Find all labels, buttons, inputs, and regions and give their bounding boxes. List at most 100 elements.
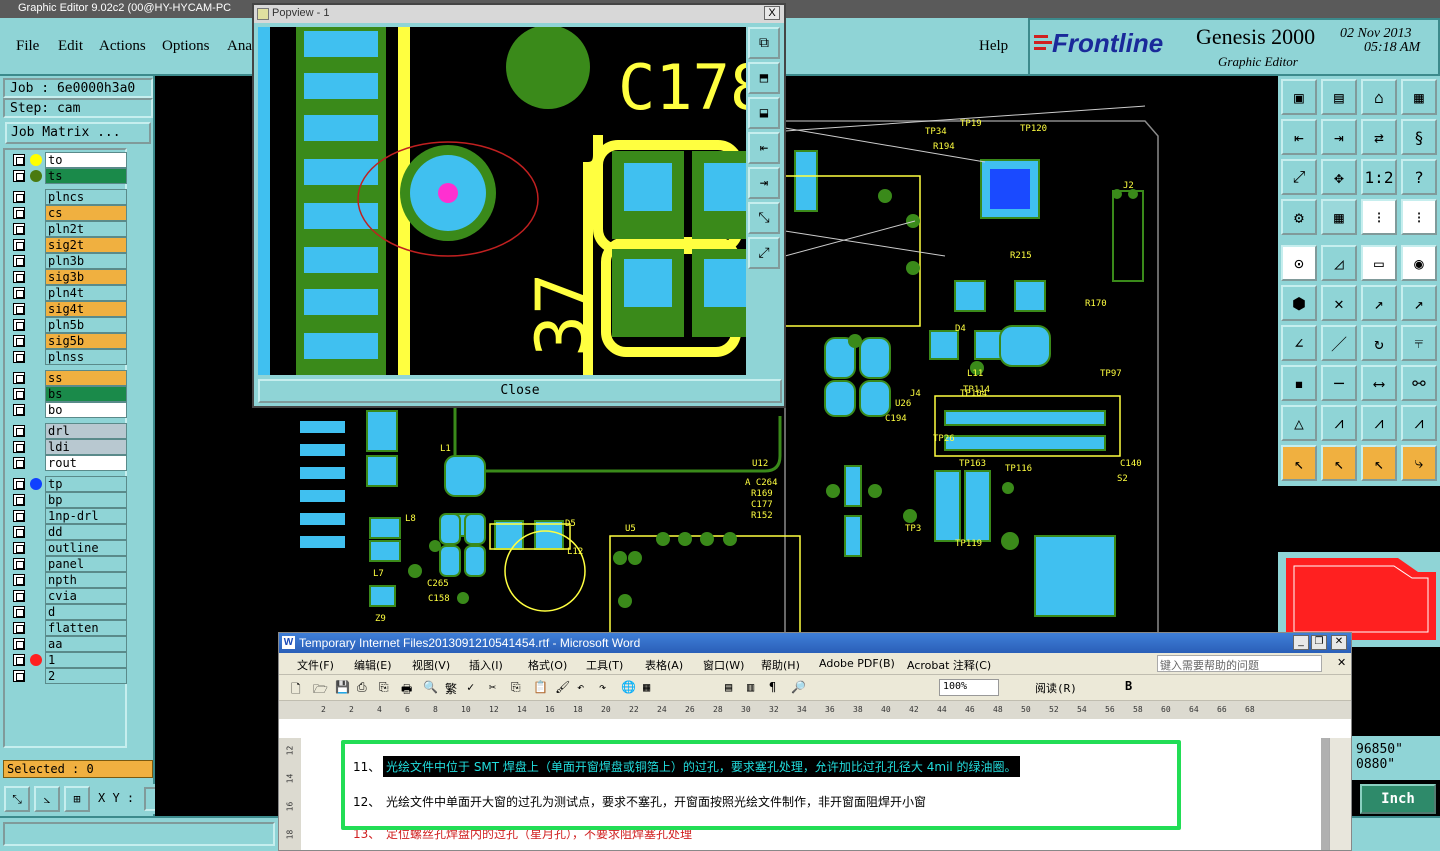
layer-name[interactable]: npth: [45, 572, 127, 588]
layer-name[interactable]: rout: [45, 455, 127, 471]
layer-checkbox[interactable]: [13, 388, 25, 400]
word-menu-item[interactable]: 编辑(E): [354, 657, 392, 673]
layer-row-cs[interactable]: cs: [11, 205, 127, 221]
bold-button[interactable]: B: [1125, 679, 1132, 693]
layer-name[interactable]: d: [45, 604, 127, 620]
snap-icon[interactable]: ⁝: [1361, 199, 1397, 235]
word-menu-item[interactable]: Acrobat 注释(C): [907, 657, 991, 673]
close-icon[interactable]: ✕: [1331, 635, 1347, 650]
popview-zoom-icon[interactable]: ⧉: [748, 27, 780, 59]
layer-row-outline[interactable]: outline: [11, 540, 127, 556]
layer-checkbox[interactable]: [13, 287, 25, 299]
popview-close-button[interactable]: Close: [258, 379, 782, 403]
ruler-icon[interactable]: ▭: [1361, 245, 1397, 281]
layer-checkbox[interactable]: [13, 574, 25, 586]
word-toolbar-icon[interactable]: 💾: [335, 680, 350, 694]
layer-row-pln3b[interactable]: pln3b: [11, 253, 127, 269]
layer-checkbox[interactable]: [13, 372, 25, 384]
layer-checkbox[interactable]: [13, 335, 25, 347]
reading-mode-button[interactable]: 阅读(R): [1035, 680, 1077, 696]
flip-icon[interactable]: §: [1401, 119, 1437, 155]
layer-row-sig3b[interactable]: sig3b: [11, 269, 127, 285]
layer-row-dd[interactable]: dd: [11, 524, 127, 540]
layer-checkbox[interactable]: [13, 670, 25, 682]
word-menu-item[interactable]: 插入(I): [469, 657, 503, 673]
menu-options[interactable]: Options: [162, 38, 210, 55]
distribute-icon[interactable]: ⫧: [1401, 325, 1437, 361]
layer-row-ts[interactable]: ts: [11, 168, 127, 184]
grid-snap-icon[interactable]: ⊞: [64, 786, 90, 812]
link-icon[interactable]: ↗: [1401, 285, 1437, 321]
layer-row-bp[interactable]: bp: [11, 492, 127, 508]
stretch-icon[interactable]: ⟷: [1361, 365, 1397, 401]
layer-row-aa[interactable]: aa: [11, 636, 127, 652]
menu-actions[interactable]: Actions: [99, 38, 146, 55]
layer-checkbox[interactable]: [13, 170, 25, 182]
rotate-icon[interactable]: ↻: [1361, 325, 1397, 361]
layer-row-ss[interactable]: ss: [11, 370, 127, 386]
layer-checkbox[interactable]: [13, 271, 25, 283]
line-icon[interactable]: ／: [1321, 325, 1357, 361]
select-icon[interactable]: ↖: [1281, 445, 1317, 481]
word-toolbar-icon[interactable]: 繁: [445, 680, 457, 697]
layer-row-npth[interactable]: npth: [11, 572, 127, 588]
layer-name[interactable]: pln5b: [45, 317, 127, 333]
fit-icon[interactable]: ⤢: [1281, 159, 1317, 195]
menu-edit[interactable]: Edit: [58, 38, 83, 55]
help-icon[interactable]: ?: [1401, 159, 1437, 195]
cross-icon[interactable]: ✕: [1321, 285, 1357, 321]
unit-inch-button[interactable]: Inch: [1360, 784, 1436, 814]
menu-file[interactable]: File: [16, 38, 39, 55]
layer-checkbox[interactable]: [13, 478, 25, 490]
layer-checkbox[interactable]: [13, 425, 25, 437]
document-page[interactable]: 11、 光绘文件中位于 SMT 焊盘上（单面开窗焊盘或铜箔上）的过孔，要求塞孔处…: [301, 738, 1321, 850]
word-toolbar-icon[interactable]: 🖌: [555, 680, 570, 694]
bridge-icon[interactable]: ⩘: [1401, 405, 1437, 441]
layer-name[interactable]: cvia: [45, 588, 127, 604]
arc-icon[interactable]: ⩘: [1321, 405, 1357, 441]
layer-row-d[interactable]: d: [11, 604, 127, 620]
triangle-icon[interactable]: △: [1281, 405, 1317, 441]
align-left-icon[interactable]: ⇤: [1281, 119, 1317, 155]
group-icon[interactable]: ⚯: [1401, 365, 1437, 401]
vertical-scrollbar[interactable]: [1329, 738, 1351, 850]
menu-analysis[interactable]: Ana: [227, 38, 252, 55]
layer-row-panel[interactable]: panel: [11, 556, 127, 572]
word-menu-item[interactable]: 文件(F): [297, 657, 334, 673]
word-toolbar-icon[interactable]: ↶: [577, 680, 584, 694]
word-toolbar-icon[interactable]: 🖶: [401, 680, 412, 701]
popview-expand-icon[interactable]: ⤢: [748, 237, 780, 269]
layer-checkbox[interactable]: [13, 622, 25, 634]
select-box-icon[interactable]: ↖: [1321, 445, 1357, 481]
measure-icon[interactable]: ⦣: [34, 786, 60, 812]
select-poly-icon[interactable]: ↖: [1361, 445, 1397, 481]
layer-row-cvia[interactable]: cvia: [11, 588, 127, 604]
layer-name[interactable]: plncs: [45, 189, 127, 205]
layer-checkbox[interactable]: [13, 590, 25, 602]
popview-canvas[interactable]: C178 37: [258, 27, 746, 375]
grid-icon[interactable]: ▦: [1321, 199, 1357, 235]
layer-checkbox[interactable]: [13, 207, 25, 219]
layer-row-2[interactable]: 2: [11, 668, 127, 684]
layer-checkbox[interactable]: [13, 319, 25, 331]
layer-row-to[interactable]: to: [11, 152, 127, 168]
popview-up-icon[interactable]: ⬒: [748, 62, 780, 94]
word-toolbar-icon[interactable]: 🗋: [291, 680, 301, 701]
layer-row-sig2t[interactable]: sig2t: [11, 237, 127, 253]
align-right-icon[interactable]: ⇥: [1321, 119, 1357, 155]
layer-row-pln5b[interactable]: pln5b: [11, 317, 127, 333]
layer-name[interactable]: bp: [45, 492, 127, 508]
layer-name[interactable]: outline: [45, 540, 127, 556]
word-menu-item[interactable]: 表格(A): [645, 657, 683, 673]
align-bottom-icon[interactable]: ▤: [1321, 79, 1357, 115]
layer-row-rout[interactable]: rout: [11, 455, 127, 471]
word-toolbar-icon[interactable]: ✓: [467, 680, 474, 694]
layer-checkbox[interactable]: [13, 255, 25, 267]
restore-icon[interactable]: ❐: [1311, 635, 1327, 650]
layer-checkbox[interactable]: [13, 303, 25, 315]
layer-row-plnss[interactable]: plnss: [11, 349, 127, 365]
word-toolbar-icon[interactable]: ⎘: [379, 680, 389, 695]
popview-left-icon[interactable]: ⇤: [748, 132, 780, 164]
route-icon[interactable]: ◿: [1321, 245, 1357, 281]
select-path-icon[interactable]: ⤷: [1401, 445, 1437, 481]
